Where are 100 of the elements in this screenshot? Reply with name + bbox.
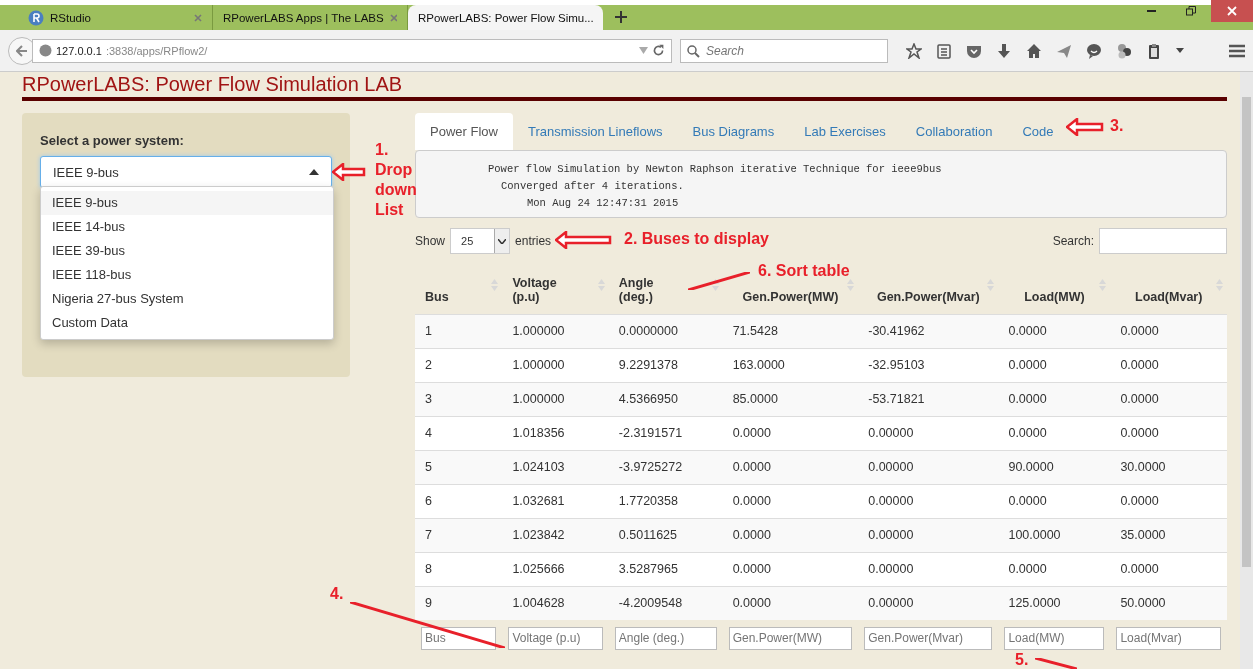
table-cell: 1.000000 (502, 348, 609, 382)
table-cell: 0.0000 (1110, 314, 1227, 348)
column-header[interactable]: Bus (425, 289, 449, 304)
table-cell: 35.0000 (1110, 518, 1227, 552)
column-filter-field[interactable]: Load(MW) (1004, 626, 1105, 650)
column-header[interactable]: Angle (deg.) (618, 275, 669, 304)
table-cell: 1.025666 (502, 552, 609, 586)
entries-select[interactable]: 25 (450, 228, 511, 254)
minimize-icon (1146, 10, 1156, 12)
column-header[interactable]: Load(MW) (1024, 289, 1085, 304)
search-icon (687, 44, 700, 58)
table-cell: 0.0000 (1110, 552, 1227, 586)
table-cell: 4.5366950 (608, 382, 723, 416)
table-cell: 1.7720358 (608, 484, 723, 518)
sort-icon (987, 277, 995, 292)
table-cell: 0.00000 (858, 518, 999, 552)
table-cell: 0.00000 (858, 450, 999, 484)
dropdown-option[interactable]: Nigeria 27-bus System (41, 287, 333, 311)
circles-icon[interactable] (1116, 42, 1132, 59)
table-cell: 0.0000 (722, 484, 859, 518)
leader-line (688, 272, 750, 290)
column-filter-field[interactable]: Gen.Power(MW) (728, 626, 853, 650)
table-cell: 3 (415, 382, 503, 416)
sort-icon (711, 277, 719, 292)
table-cell: 0.0000 (998, 484, 1111, 518)
table-cell: 0.0000 (998, 552, 1111, 586)
table-cell: 1.018356 (502, 416, 609, 450)
menu-icon[interactable] (1229, 43, 1245, 58)
annotation-label: 6. Sort table (758, 262, 850, 280)
table-cell: 9 (415, 586, 503, 620)
tab[interactable]: Lab Exercises (789, 113, 901, 150)
column-header[interactable]: Load(Mvar) (1135, 289, 1203, 304)
chat-bubble-icon[interactable] (1086, 42, 1102, 59)
dropdown-icon[interactable] (1176, 48, 1184, 53)
console-line: Power flow Simulation by Newton Raphson iterative Technique for ieee9bus (487, 162, 943, 177)
r-logo-icon (28, 9, 44, 26)
table-cell: 90.0000 (998, 450, 1111, 484)
table-cell: 7 (415, 518, 503, 552)
column-filter-field[interactable]: Gen.Power(Mvar) (864, 626, 993, 650)
download-icon[interactable] (996, 42, 1012, 59)
reload-icon[interactable] (652, 44, 665, 57)
table-cell: 0.0000 (722, 552, 859, 586)
paper-plane-icon[interactable] (1056, 42, 1072, 59)
close-button[interactable] (1211, 0, 1253, 22)
table-cell: 1.000000 (502, 382, 609, 416)
bookmark-star-icon[interactable] (906, 42, 922, 59)
arrow-icon (1066, 118, 1104, 136)
sort-icon (491, 277, 499, 292)
table-search-field[interactable] (1099, 228, 1227, 254)
reading-list-icon[interactable] (936, 42, 952, 59)
browser-tab[interactable]: RPowerLABS: Power Flow Simu... (408, 5, 603, 30)
field-label: Select a power system: (40, 133, 185, 148)
tab[interactable]: Transmission Lineflows (512, 113, 678, 150)
tab[interactable]: Collaboration (900, 113, 1008, 150)
dropdown-option[interactable]: IEEE 14-bus (41, 215, 333, 239)
column-filter-field[interactable]: Voltage (p.u) (508, 626, 603, 650)
column-filter-field[interactable]: Load(Mvar) (1116, 626, 1221, 650)
sort-icon (1099, 277, 1107, 292)
column-header[interactable]: Gen.Power(MW) (742, 289, 839, 304)
dropdown-option[interactable]: IEEE 9-bus (41, 191, 333, 215)
table-cell: 0.00000 (858, 484, 999, 518)
system-select[interactable]: IEEE 9-bus (40, 156, 332, 188)
leader-line (1035, 658, 1077, 669)
new-tab-icon[interactable] (613, 9, 629, 25)
table-cell: 1.023842 (502, 518, 609, 552)
restore-icon (1186, 6, 1196, 16)
table-cell: -3.9725272 (608, 450, 723, 484)
table-cell: 0.00000 (858, 416, 999, 450)
tab[interactable]: Bus Diagrams (677, 113, 790, 150)
search-field[interactable]: Search (680, 38, 888, 63)
table-cell: 0.00000 (858, 552, 999, 586)
table-cell: 125.0000 (998, 586, 1111, 620)
tab[interactable]: Code (1007, 113, 1069, 150)
sort-icon (847, 277, 855, 292)
table-cell: 3.5287965 (608, 552, 723, 586)
table-cell: 1.000000 (502, 314, 609, 348)
table-cell: -30.41962 (858, 314, 999, 348)
close-icon (1227, 6, 1237, 16)
column-filter-field[interactable]: Angle (deg.) (614, 626, 717, 650)
dropdown-option[interactable]: IEEE 39-bus (41, 239, 333, 263)
dropdown-option[interactable]: IEEE 118-bus (41, 263, 333, 287)
table-cell: 9.2291378 (608, 348, 723, 382)
address-field[interactable]: 127.0.0.1 :3838/apps/RPflow2/ (32, 38, 672, 63)
home-icon[interactable] (1026, 42, 1042, 59)
scrollbar-thumb[interactable] (1242, 97, 1251, 567)
caret-icon (498, 238, 507, 244)
table-cell: -4.2009548 (608, 586, 723, 620)
table-cell: 0.5011625 (608, 518, 723, 552)
column-header[interactable]: Voltage (p.u) (512, 275, 573, 304)
table-cell: 163.0000 (722, 348, 859, 382)
console-line: Mon Aug 24 12:47:31 2015 (526, 196, 680, 211)
dropdown-option[interactable]: Custom Data (41, 311, 333, 335)
sort-icon (597, 277, 605, 292)
column-header[interactable]: Gen.Power(Mvar) (876, 289, 980, 304)
table-cell: 0.0000 (998, 382, 1111, 416)
tab[interactable]: Power Flow (415, 113, 513, 150)
table-cell: 4 (415, 416, 503, 450)
clipboard-icon[interactable] (1146, 42, 1162, 59)
annotation-label: 1. Drop down List (375, 140, 418, 220)
table-cell: 71.5428 (722, 314, 859, 348)
